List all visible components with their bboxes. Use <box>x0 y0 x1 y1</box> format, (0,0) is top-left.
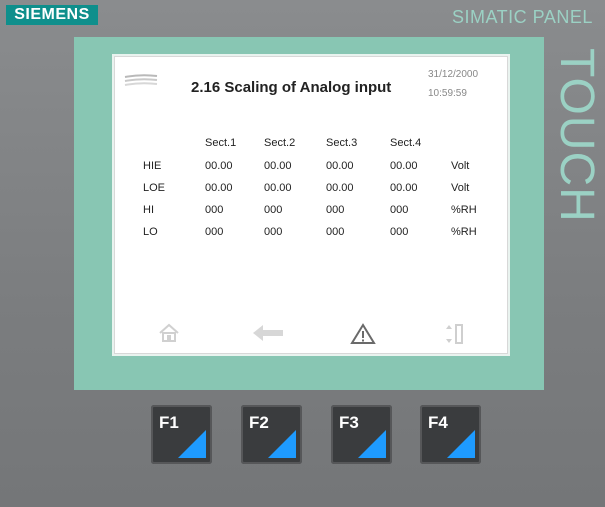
key-label: F1 <box>159 413 179 432</box>
key-accent-icon <box>447 430 475 458</box>
column-header: Sect.1 <box>205 137 237 149</box>
value-field[interactable]: 00.00 <box>205 182 233 194</box>
f1-key[interactable]: F1 <box>151 405 212 464</box>
brand-swoosh-icon <box>124 74 158 86</box>
row-label: HIE <box>143 160 162 172</box>
value-field[interactable]: 00.00 <box>205 160 233 172</box>
unit-label: %RH <box>451 204 477 216</box>
value-field[interactable]: 00.00 <box>390 160 418 172</box>
touch-label: TOUCH <box>550 48 603 223</box>
value-field[interactable]: 000 <box>205 226 223 238</box>
row-label: LOE <box>143 182 166 194</box>
key-accent-icon <box>268 430 296 458</box>
time-display: 10:59:59 <box>428 88 467 99</box>
screen-title: 2.16 Scaling of Analog input <box>191 79 392 96</box>
value-field[interactable]: 000 <box>390 204 408 216</box>
f2-key[interactable]: F2 <box>241 405 302 464</box>
unit-label: Volt <box>451 160 470 172</box>
key-label: F3 <box>339 413 359 432</box>
key-accent-icon <box>358 430 386 458</box>
key-label: F4 <box>428 413 448 432</box>
value-field[interactable]: 00.00 <box>264 160 292 172</box>
value-field[interactable]: 000 <box>264 204 282 216</box>
value-field[interactable]: 000 <box>326 226 344 238</box>
value-field[interactable]: 00.00 <box>390 182 418 194</box>
back-arrow-icon[interactable] <box>251 323 285 348</box>
column-header: Sect.3 <box>326 137 358 149</box>
column-header: Sect.2 <box>264 137 296 149</box>
row-label: LO <box>143 226 158 238</box>
scroll-icon[interactable] <box>445 323 465 350</box>
column-header: Sect.4 <box>390 137 422 149</box>
value-field[interactable]: 000 <box>326 204 344 216</box>
key-accent-icon <box>178 430 206 458</box>
key-label: F2 <box>249 413 269 432</box>
siemens-logo: SIEMENS <box>6 5 98 25</box>
value-field[interactable]: 00.00 <box>264 182 292 194</box>
value-field[interactable]: 00.00 <box>326 160 354 172</box>
row-label: HI <box>143 204 154 216</box>
date-display: 31/12/2000 <box>428 69 479 80</box>
unit-label: %RH <box>451 226 477 238</box>
f3-key[interactable]: F3 <box>331 405 392 464</box>
hmi-screen: 2.16 Scaling of Analog input 31/12/2000 … <box>114 56 508 354</box>
unit-label: Volt <box>451 182 470 194</box>
simatic-panel-label: SIMATIC PANEL <box>452 7 593 27</box>
f4-key[interactable]: F4 <box>420 405 481 464</box>
value-field[interactable]: 000 <box>264 226 282 238</box>
value-field[interactable]: 000 <box>390 226 408 238</box>
screen-nav-bar <box>115 323 507 353</box>
value-field[interactable]: 00.00 <box>326 182 354 194</box>
value-field[interactable]: 000 <box>205 204 223 216</box>
warning-icon[interactable] <box>350 323 376 350</box>
home-icon[interactable] <box>157 323 181 348</box>
